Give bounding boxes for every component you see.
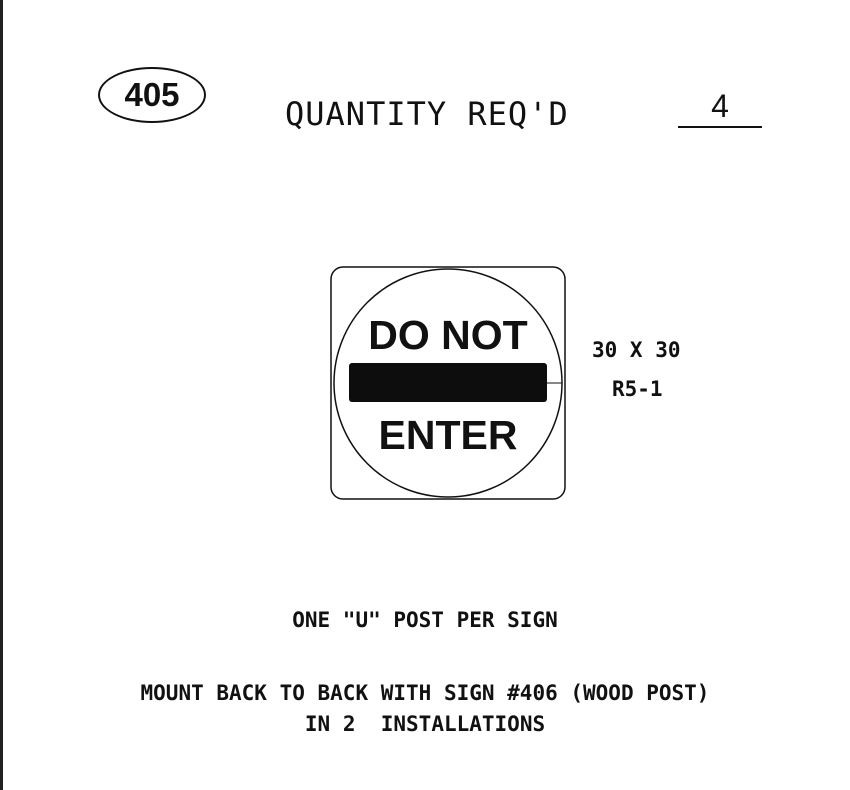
do-not-enter-sign: DO NOT ENTER	[330, 266, 566, 500]
sign-top-text: DO NOT	[368, 312, 528, 358]
quantity-value: 4	[678, 86, 762, 128]
sign-number: 405	[124, 76, 180, 113]
post-note: ONE "U" POST PER SIGN	[292, 608, 558, 632]
sign-size: 30 X 30	[592, 338, 681, 362]
sign-bottom-text: ENTER	[378, 412, 518, 458]
page-left-border	[0, 0, 3, 790]
sign-bar	[349, 363, 547, 402]
quantity-label: QUANTITY REQ'D	[285, 95, 569, 133]
mount-note: MOUNT BACK TO BACK WITH SIGN #406 (WOOD …	[140, 681, 710, 705]
installations-note: IN 2 INSTALLATIONS	[304, 712, 546, 736]
sign-graphic	[330, 266, 566, 500]
sign-number-badge: 405	[98, 67, 206, 123]
sign-code: R5-1	[612, 377, 663, 401]
